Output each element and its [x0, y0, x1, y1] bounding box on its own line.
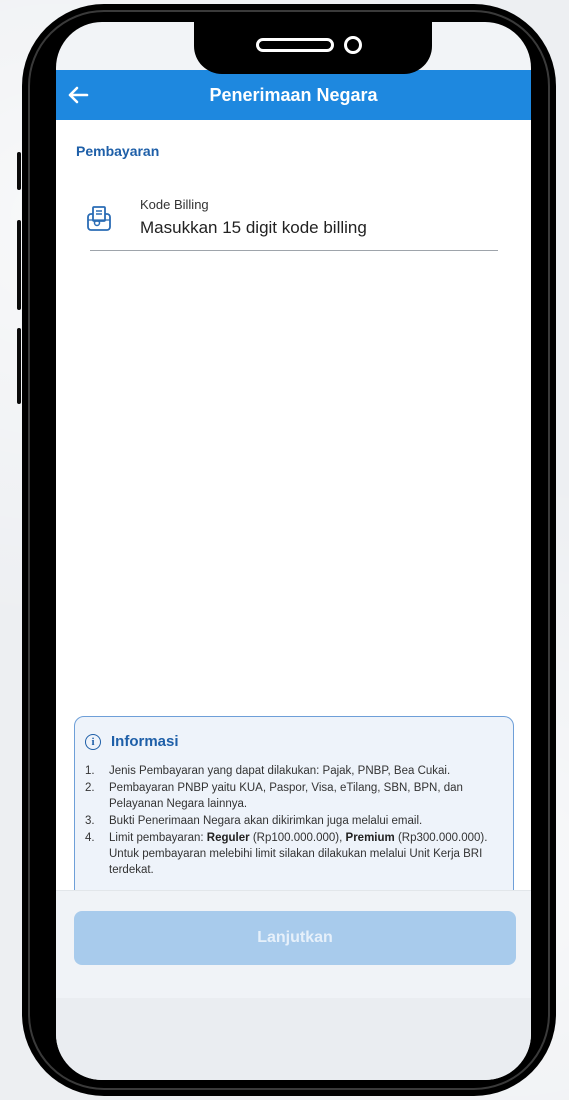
camera-icon — [344, 36, 362, 54]
list-item: 4. Limit pembayaran: Reguler (Rp100.000.… — [85, 830, 505, 878]
speaker-icon — [256, 38, 334, 52]
info-header: i Informasi — [85, 733, 179, 750]
info-circle-icon: i — [85, 733, 101, 750]
content-area: Pembayaran Kode Billing i Informasi 1. — [56, 120, 531, 968]
list-item: 1. Jenis Pembayaran yang dapat dilakukan… — [85, 765, 451, 777]
info-list: 1. Jenis Pembayaran yang dapat dilakukan… — [85, 763, 505, 879]
phone-notch — [194, 22, 432, 74]
app-bar: Penerimaan Negara — [56, 70, 531, 120]
phone-screen: Penerimaan Negara Pembayaran Kode Billin… — [56, 22, 531, 1080]
continue-button[interactable]: Lanjutkan — [74, 911, 516, 965]
billing-code-input[interactable] — [140, 218, 480, 238]
limit-text: Limit pembayaran: Reguler (Rp100.000.000… — [109, 832, 488, 876]
input-underline — [90, 250, 498, 251]
premium-label: Premium — [345, 832, 395, 844]
reguler-label: Reguler — [206, 832, 250, 844]
billing-code-label: Kode Billing — [140, 197, 209, 212]
info-title: Informasi — [111, 733, 179, 750]
bottom-safe-area — [56, 998, 531, 1080]
section-title: Pembayaran — [76, 143, 160, 159]
side-button-volume-down — [17, 328, 21, 404]
list-item: 3. Bukti Penerimaan Negara akan dikirimk… — [85, 815, 423, 827]
billing-receipt-icon — [84, 204, 114, 234]
footer-bar: Lanjutkan — [56, 890, 531, 999]
side-button-volume-up — [17, 220, 21, 310]
list-item: 2. Pembayaran PNBP yaitu KUA, Paspor, Vi… — [85, 782, 463, 810]
side-button-mute — [17, 152, 21, 190]
page-title: Penerimaan Negara — [209, 85, 378, 105]
